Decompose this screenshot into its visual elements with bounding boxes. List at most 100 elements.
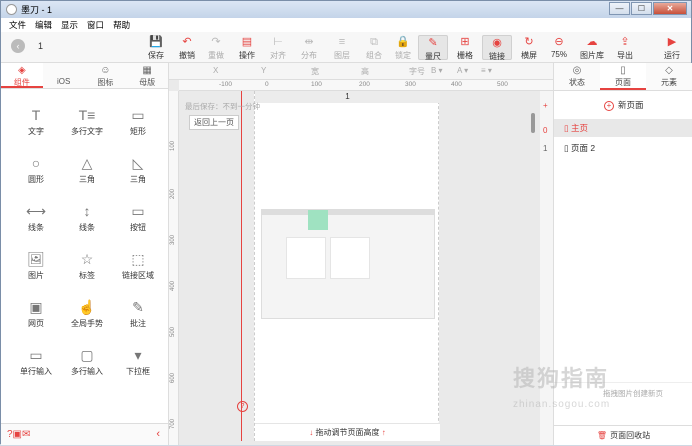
plus-icon[interactable]: + [543,101,548,110]
component-label: 图片 [28,271,44,280]
component-link-area[interactable]: ⬚ 链接区域 [113,245,163,293]
preview-card [330,237,370,279]
rectangle-icon: ▭ [131,107,145,123]
new-page-button[interactable]: + 新页面 [604,99,644,111]
component-button[interactable]: ▭ 按钮 [113,197,163,245]
y-field-label[interactable]: Y [261,66,266,75]
vertical-scrollbar[interactable] [531,113,535,133]
component-multiline-text[interactable]: T≡ 多行文字 [62,101,112,149]
toolbar-layer-button[interactable]: ≡ 图层 [327,35,357,60]
component-label: 圆形 [28,175,44,184]
export-icon: ⇪ [620,36,630,48]
toolbar-label: 分布 [301,51,317,60]
toolbar-link-eye-button[interactable]: ◉ 链接 [482,35,512,61]
bold-icon[interactable]: B ▾ [431,66,443,75]
toolbar-save-button[interactable]: 💾 保存 [141,35,171,60]
page-name: 页面 2 [571,143,596,153]
toolbar-undo-button[interactable]: ↶ 撤销 [172,35,202,60]
tab-master[interactable]: ▦ 母版 [126,63,168,88]
menu-edit[interactable]: 编辑 [35,19,52,31]
component-label: 链接区域 [122,271,154,280]
toolbar-run-button[interactable]: ▶ 运行 [657,35,687,60]
component-right-triangle[interactable]: ◺ 三角 [113,149,163,197]
menu-file[interactable]: 文件 [9,19,26,31]
component-label: 三角 [130,175,146,184]
toolbar-rotate-button[interactable]: ↻ 横屏 [514,35,544,60]
new-page-label: 新页面 [618,100,644,110]
tab-label: 页面 [615,78,631,87]
toolbar-align-button[interactable]: ⊢ 对齐 [263,35,293,60]
page-name: 主页 [571,123,589,133]
tab-element[interactable]: ◇ 元素 [646,63,692,90]
tab-page[interactable]: ▯ 页面 [600,63,646,90]
component-tag-star[interactable]: ☆ 标签 [62,245,112,293]
question-icon[interactable]: ?▣✉ [7,429,30,440]
component-image[interactable]: 🖼 图片 [11,245,61,293]
component-rectangle[interactable]: ▭ 矩形 [113,101,163,149]
toolbar-ruler-button[interactable]: ✎ 量尺 [418,35,448,61]
menu-help[interactable]: 帮助 [113,19,130,31]
toolbar-distribute-button[interactable]: ⇹ 分布 [294,35,324,60]
ruler-tick: 200 [359,81,370,88]
page-canvas[interactable]: 1 最后保存：不到一分钟 返回上一页 ↓ 拖动调节页面高度 ↑ [185,91,440,441]
image-preview[interactable] [261,209,435,319]
toolbar-zoom-button[interactable]: ⊖ 75% [544,35,574,60]
page-list-item[interactable]: ▯ 页面 2 [554,139,692,157]
window-title: 墨刀 - 1 [21,5,53,15]
component-triangle[interactable]: △ 三角 [62,149,112,197]
toolbar-label: 保存 [148,51,164,60]
tab-cube[interactable]: ◈ 组件 [1,63,43,88]
menu-view[interactable]: 显示 [61,19,78,31]
action-icon: ▤ [241,36,253,48]
tab-apple[interactable]: iOS [43,63,85,88]
tab-state[interactable]: ◎ 状态 [554,63,600,90]
component-vertical-line[interactable]: ↕ 线条 [62,197,112,245]
toolbar-lock-button[interactable]: 🔒 锁定 [388,35,418,60]
toolbar-image-library-button[interactable]: ☁ 图片库 [577,35,607,60]
tab-label: 组件 [13,78,30,87]
toolbar-group-button[interactable]: ⧉ 组合 [359,35,389,60]
component-webpage[interactable]: ▣ 网页 [11,293,61,341]
cube-icon: ◈ [18,65,26,76]
component-dropdown[interactable]: ▾ 下拉框 [113,341,163,389]
toolbar-action-button[interactable]: ▤ 操作 [232,35,262,60]
tab-smiley[interactable]: ☺ 图标 [85,63,127,88]
ruler-tick: -100 [219,81,233,88]
toolbar-grid-button[interactable]: ⊞ 栅格 [450,35,480,60]
resize-page-footer[interactable]: ↓ 拖动调节页面高度 ↑ [255,423,440,441]
arrow-left-icon[interactable]: ‹ [11,39,25,53]
toolbar-export-button[interactable]: ⇪ 导出 [610,35,640,60]
master-icon: ▦ [142,65,152,76]
component-circle[interactable]: ○ 圆形 [11,149,61,197]
main-toolbar: ‹ 1 💾 保存 ↶ 撤销 ↷ 重做 ▤ 操作 ⊢ 对齐 ⇹ 分布 ≡ 图层 ⧉ 组合 🔒 锁定 ✎ 量尺 ⊞ 栅格 ◉ 链接… [1,32,691,63]
toolbar-label: 对齐 [270,51,286,60]
toolbar-redo-button[interactable]: ↷ 重做 [201,35,231,60]
ruler-guide-line[interactable] [241,91,242,441]
component-label: 按钮 [130,223,146,232]
height-field-label[interactable]: 高 [361,66,369,77]
font-color-icon[interactable]: A ▾ [457,66,468,75]
font-size-field-label[interactable]: 字号 [409,66,425,77]
component-single-input[interactable]: ▭ 单行输入 [11,341,61,389]
page-recycle-bin-button[interactable]: 🗑 页面回收站 [554,425,692,445]
back-to-previous-button[interactable]: 返回上一页 [189,115,239,130]
chevron-left-icon[interactable]: ‹ [156,428,160,440]
maximize-button[interactable]: ☐ [631,2,652,15]
x-field-label[interactable]: X [213,66,218,75]
page-list-item[interactable]: ▯ 主页 [554,119,692,137]
question-icon[interactable]: ? [237,401,248,412]
component-gesture[interactable]: ☝ 全局手势 [62,293,112,341]
component-annotation[interactable]: ✎ 批注 [113,293,163,341]
component-text[interactable]: T 文字 [11,101,61,149]
text-align-icon[interactable]: ≡ ▾ [481,66,492,75]
lock-icon: 🔒 [396,36,410,48]
component-label: 文字 [28,127,44,136]
menu-window[interactable]: 窗口 [87,19,104,31]
minimize-button[interactable]: — [609,2,630,15]
component-multi-input[interactable]: ▢ 多行输入 [62,341,112,389]
component-label: 全局手势 [71,319,103,328]
component-horizontal-line[interactable]: ⟷ 线条 [11,197,61,245]
close-button[interactable]: ✕ [653,2,687,15]
vertical-line-icon: ↕ [83,203,91,219]
width-field-label[interactable]: 宽 [311,66,319,77]
